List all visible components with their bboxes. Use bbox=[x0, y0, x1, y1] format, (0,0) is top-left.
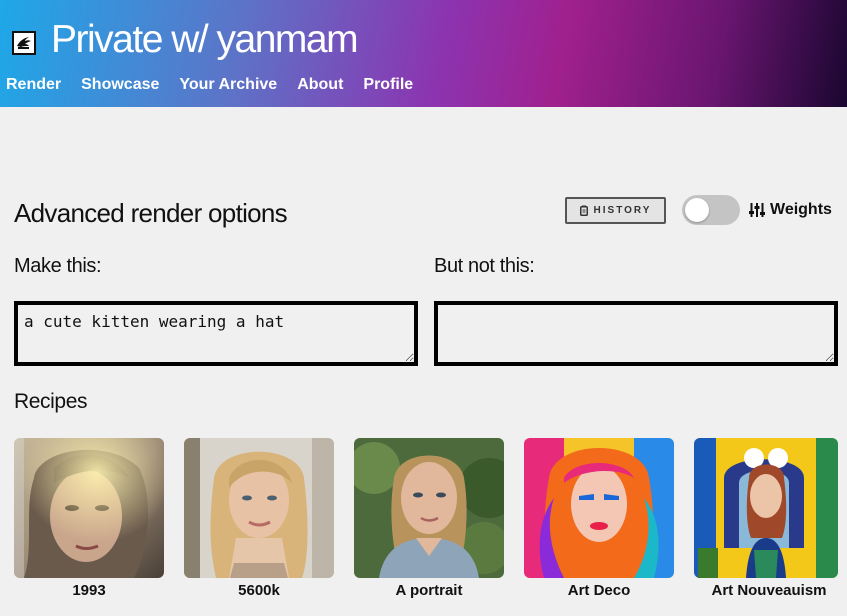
toggle-knob bbox=[685, 198, 709, 222]
main-nav: Render Showcase Your Archive About Profi… bbox=[6, 76, 413, 94]
recipe-card-1993[interactable]: 1993 bbox=[14, 438, 164, 599]
recipe-thumbnail bbox=[524, 438, 674, 578]
recipe-card-a-portrait[interactable]: A portrait bbox=[354, 438, 504, 599]
sliders-icon bbox=[749, 203, 765, 217]
positive-prompt-input[interactable]: a cute kitten wearing a hat bbox=[14, 301, 418, 366]
nav-showcase[interactable]: Showcase bbox=[81, 76, 159, 94]
recipe-label: Art Deco bbox=[567, 582, 631, 599]
recipes-title: Recipes bbox=[14, 390, 88, 413]
weights-control[interactable]: Weights bbox=[749, 201, 832, 219]
nav-about[interactable]: About bbox=[297, 76, 343, 94]
nav-your-archive[interactable]: Your Archive bbox=[179, 76, 277, 94]
eagle-logo-icon[interactable] bbox=[12, 31, 36, 55]
recipe-thumbnail bbox=[354, 438, 504, 578]
but-not-this-label: But not this: bbox=[434, 255, 535, 277]
clipboard-icon bbox=[579, 205, 588, 216]
history-button[interactable]: HISTORY bbox=[565, 197, 666, 224]
recipe-card-art-deco[interactable]: Art Deco bbox=[524, 438, 674, 599]
recipe-card-art-nouveauism[interactable]: Art Nouveauism bbox=[694, 438, 844, 599]
recipe-thumbnail bbox=[694, 438, 838, 578]
make-this-label: Make this: bbox=[14, 255, 102, 277]
nav-profile[interactable]: Profile bbox=[363, 76, 413, 94]
recipe-label: A portrait bbox=[395, 582, 463, 599]
recipe-label: Art Nouveauism bbox=[711, 582, 827, 599]
negative-prompt-input[interactable] bbox=[434, 301, 838, 366]
app-header: Private w/ yanmam Render Showcase Your A… bbox=[0, 0, 847, 107]
recipe-label: 5600k bbox=[238, 582, 280, 599]
recipe-thumbnail bbox=[184, 438, 334, 578]
history-label: HISTORY bbox=[593, 205, 652, 216]
app-title: Private w/ yanmam bbox=[51, 18, 359, 61]
recipe-card-5600k[interactable]: 5600k bbox=[184, 438, 334, 599]
recipe-thumbnail bbox=[14, 438, 164, 578]
weights-label: Weights bbox=[770, 201, 832, 218]
recipe-label: 1993 bbox=[72, 582, 106, 599]
weights-toggle[interactable] bbox=[682, 195, 740, 225]
advanced-options-title: Advanced render options bbox=[14, 198, 288, 228]
nav-render[interactable]: Render bbox=[6, 76, 61, 94]
